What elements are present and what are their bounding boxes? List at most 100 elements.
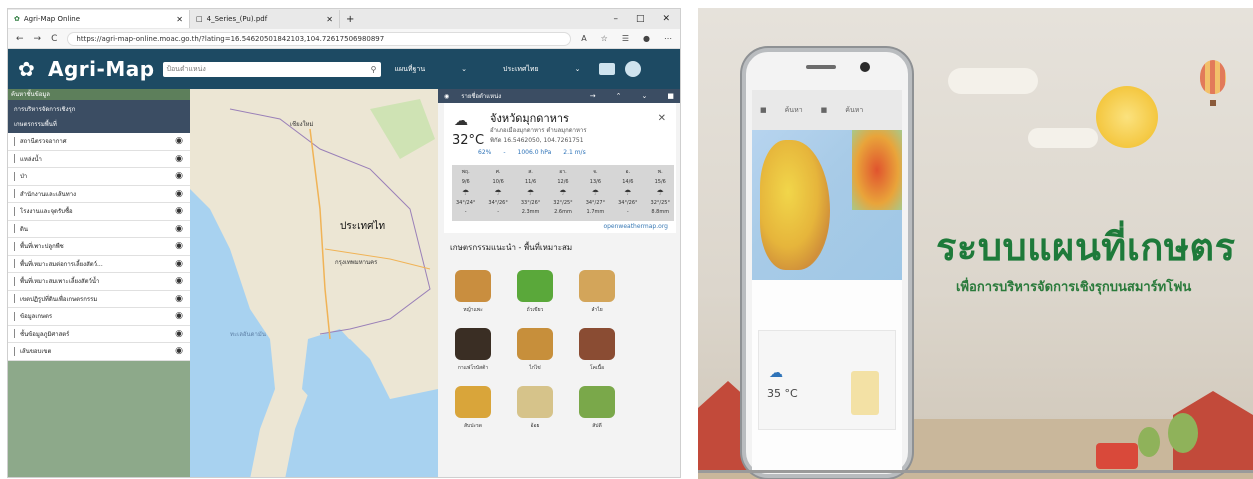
new-tab-button[interactable]: +: [340, 14, 360, 25]
smartphone-mockup: ■ ค้นหา ■ ค้นหา ☁ 35 °C: [742, 48, 912, 478]
eye-icon[interactable]: ◉: [175, 311, 183, 321]
eye-icon[interactable]: ◉: [175, 206, 183, 216]
forward-button[interactable]: →: [34, 34, 42, 44]
eye-icon[interactable]: ◉: [175, 346, 183, 356]
crop-card[interactable]: สัปดี: [568, 376, 626, 430]
close-tab-icon[interactable]: ✕: [326, 15, 333, 24]
eye-icon[interactable]: ◉: [175, 329, 183, 339]
rain-icon: ☂: [462, 188, 470, 197]
arrow-right-icon[interactable]: →: [590, 92, 596, 100]
crop-card[interactable]: ถั่วเขียว: [506, 260, 564, 314]
profile-icon[interactable]: ●: [643, 34, 650, 43]
close-window-button[interactable]: ✕: [662, 14, 670, 24]
search-icon[interactable]: ⚲: [371, 62, 377, 77]
weather-source-link[interactable]: openweathermap.org: [603, 223, 668, 230]
crop-name: โคเนื้อ: [589, 365, 605, 371]
crop-card[interactable]: ลำไย: [568, 260, 626, 314]
forecast-date: 10/6: [492, 179, 504, 185]
forecast-weekday: อ.: [625, 169, 631, 175]
eye-icon[interactable]: ◉: [175, 171, 183, 181]
chevron-up-icon[interactable]: ⌃: [616, 92, 622, 100]
chevron-down-icon[interactable]: ⌄: [642, 92, 648, 100]
layer-item-divider: [14, 311, 15, 321]
eye-icon[interactable]: ◉: [175, 154, 183, 164]
layer-item[interactable]: พื้นที่เหมาะสมต่อการเลี้ยงสัตว์... ◉: [8, 256, 190, 273]
trash-icon[interactable]: ■: [667, 92, 674, 100]
info-panel-title: รายชื่อตำแหน่ง: [461, 93, 502, 100]
layer-item-label: โรงงานและจุดรับซื้อ: [20, 208, 73, 216]
location-search-input[interactable]: ป้อนตำแหน่ง ⚲: [162, 61, 381, 77]
basemap-select[interactable]: แผนที่ฐาน: [395, 64, 426, 75]
header-selects: แผนที่ฐาน ⌄ ประเทศไทย ⌄: [395, 64, 581, 75]
rain-icon: ☂: [559, 188, 567, 197]
fullscreen-button[interactable]: [598, 63, 615, 75]
reload-button[interactable]: C: [51, 34, 57, 44]
location-pin-button[interactable]: [624, 61, 641, 77]
layer-item[interactable]: สำนักงานและเส้นทาง ◉: [8, 186, 190, 203]
layer-item-divider: [14, 259, 15, 269]
layer-item[interactable]: เขตปฏิรูปที่ดินเพื่อเกษตรกรรม ◉: [8, 291, 190, 308]
forecast-rain: 2.6mm: [554, 209, 572, 215]
eye-icon[interactable]: ◉: [175, 224, 183, 234]
crop-image: [517, 386, 553, 418]
url-field[interactable]: https://agri-map-online.moac.go.th/?lati…: [67, 31, 572, 46]
forecast-range: 34°/27°: [585, 200, 606, 206]
crop-card[interactable]: สับปะรด: [444, 376, 502, 430]
eye-icon[interactable]: ◉: [175, 136, 183, 146]
read-aloud-icon[interactable]: A: [581, 34, 586, 43]
balloon-basket: [1210, 100, 1216, 106]
crop-card[interactable]: อ้อย: [506, 376, 564, 430]
close-icon[interactable]: ✕: [658, 113, 666, 124]
more-menu-icon[interactable]: ⋯: [664, 34, 672, 43]
country-select[interactable]: ประเทศไทย: [503, 64, 539, 75]
layer-item[interactable]: สถานีตรวจอากาศ ◉: [8, 133, 190, 151]
layer-list: สถานีตรวจอากาศ ◉ แหล่งน้ำ ◉ ป่า ◉ สำนักงานและเ…: [8, 133, 190, 361]
maximize-button[interactable]: □: [636, 14, 645, 24]
forecast-weekday: พ.: [657, 169, 663, 175]
layer-item[interactable]: ชั้นข้อมูลภูมิศาสตร์ ◉: [8, 326, 190, 343]
forecast-date: 12/6: [557, 179, 569, 185]
minimize-button[interactable]: –: [613, 14, 618, 24]
crop-card[interactable]: กาแฟโรบัสต้า: [444, 318, 502, 372]
forecast-rain: 2.3mm: [521, 209, 540, 215]
layer-item-divider: [14, 136, 15, 146]
layer-item[interactable]: เส้นขอบเขต ◉: [8, 343, 190, 361]
layer-item[interactable]: พื้นที่เพาะปลูกพืช ◉: [8, 238, 190, 256]
layer-item-label: เขตปฏิรูปที่ดินเพื่อเกษตรกรรม: [20, 295, 98, 303]
crop-image: [579, 386, 615, 418]
crop-card[interactable]: ไก่ไข่: [506, 318, 564, 372]
layer-item-label: พื้นที่เพาะปลูกพืช: [20, 243, 64, 251]
layer-item[interactable]: พื้นที่เหมาะสมเพาะเลี้ยงสัตว์น้ำ ◉: [8, 273, 190, 291]
back-button[interactable]: ←: [16, 34, 24, 44]
layer-search-input[interactable]: ค้นหาชั้นข้อมูล: [8, 89, 190, 100]
layer-item-divider: [14, 241, 15, 251]
crop-image: [455, 270, 491, 302]
layer-item[interactable]: โรงงานและจุดรับซื้อ ◉: [8, 203, 190, 221]
tab-agri-map[interactable]: ✿ Agri-Map Online ✕: [8, 10, 190, 28]
video-progress-bar[interactable]: [698, 470, 1253, 473]
layer-item[interactable]: แหล่งน้ำ ◉: [8, 151, 190, 168]
favorites-icon[interactable]: ☆: [601, 34, 608, 43]
layer-item[interactable]: ข้อมูลเกษตร ◉: [8, 308, 190, 326]
eye-icon[interactable]: ◉: [175, 276, 183, 286]
tab-bar: ✿ Agri-Map Online ✕ □ 4_Series_(Pu).pdf …: [8, 9, 680, 29]
layer-group-header[interactable]: การบริหารจัดการเชิงรุก เกษตรกรรมพื้นที่: [8, 100, 190, 133]
tree-illustration: [1168, 413, 1198, 453]
collections-icon[interactable]: ☰: [622, 34, 629, 43]
tab-pdf[interactable]: □ 4_Series_(Pu).pdf ✕: [190, 10, 340, 28]
chevron-down-icon[interactable]: ⌄: [575, 65, 581, 73]
layer-item[interactable]: ป่า ◉: [8, 168, 190, 186]
chevron-down-icon[interactable]: ⌄: [461, 65, 467, 73]
map-view[interactable]: เชียงใหม่ ประเทศไท กรุงเทพมหานคร ทะเลอัน…: [190, 89, 438, 477]
tractor-illustration: [1096, 443, 1138, 469]
close-tab-icon[interactable]: ✕: [176, 15, 183, 24]
eye-icon[interactable]: ◉: [175, 294, 183, 304]
eye-icon[interactable]: ◉: [175, 241, 183, 251]
crop-card[interactable]: โคเนื้อ: [568, 318, 626, 372]
phone-camera: [860, 62, 870, 72]
crop-card[interactable]: หญ้าแพะ: [444, 260, 502, 314]
eye-icon[interactable]: ◉: [175, 259, 183, 269]
app-header: ✿ Agri-Map ป้อนตำแหน่ง ⚲ แผนที่ฐาน ⌄ ประ…: [8, 49, 680, 89]
eye-icon[interactable]: ◉: [175, 189, 183, 199]
layer-item[interactable]: ดิน ◉: [8, 221, 190, 238]
